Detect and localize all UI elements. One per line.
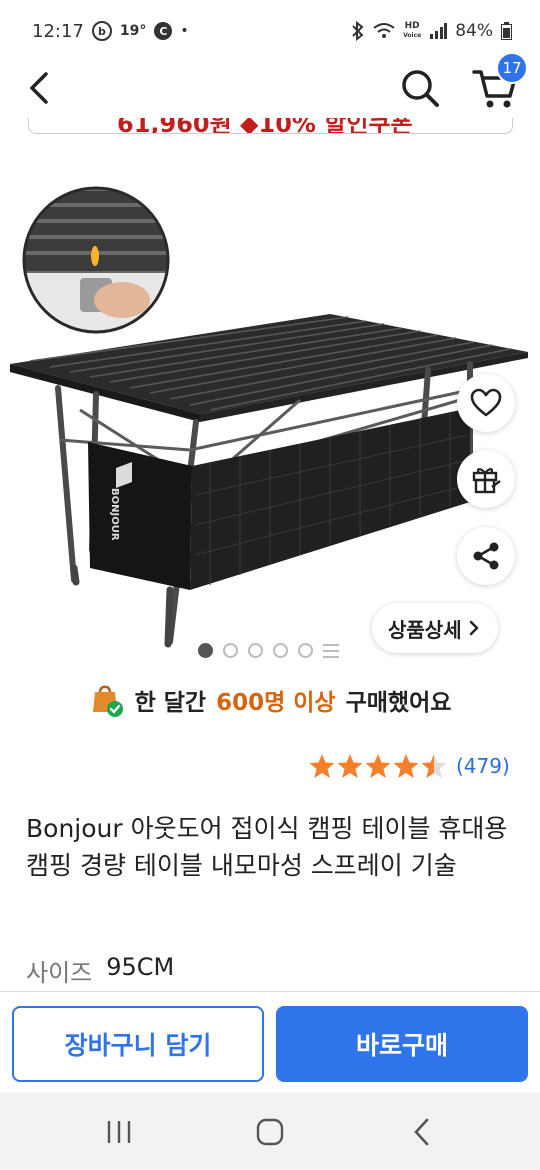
size-label: 사이즈 [26, 959, 93, 987]
pager-dot[interactable] [248, 643, 263, 658]
status-temperature: 19° [119, 23, 147, 39]
gift-icon [472, 468, 501, 494]
pager-dot[interactable] [223, 643, 238, 658]
status-time: 12:17 [32, 20, 84, 42]
recent-apps-button[interactable] [104, 1117, 134, 1147]
product-detail-label: 상품상세 [388, 617, 462, 642]
bottom-action-bar: 장바구니 담기 바로구매 [0, 991, 540, 1093]
b-app-icon: b [91, 21, 112, 41]
gift-button[interactable] [457, 450, 515, 508]
buy-now-button[interactable]: 바로구매 [276, 1006, 528, 1082]
grid-view-icon[interactable] [323, 643, 339, 658]
half-star-icon [421, 754, 447, 778]
size-value: 95CM [106, 953, 175, 981]
back-button[interactable] [22, 68, 58, 108]
star-icon [393, 754, 419, 778]
recent-apps-icon [107, 1121, 131, 1143]
share-button[interactable] [457, 527, 515, 585]
status-bar: 12:17 b 19° C • HD Voice 84% [0, 0, 540, 62]
banner-prefix: 한 달간 [134, 690, 207, 716]
pager-dot[interactable] [298, 643, 313, 658]
wishlist-button[interactable] [457, 374, 515, 432]
star-rating [309, 754, 447, 778]
share-icon [473, 542, 499, 570]
search-icon [402, 70, 439, 107]
status-right: HD Voice 84% [351, 21, 512, 41]
bluetooth-icon [352, 21, 364, 41]
bag-brand-mark: BONJOUR [109, 488, 120, 541]
rating[interactable]: (479) [308, 752, 510, 780]
back-icon [30, 72, 48, 104]
scrolled-price-text: 61,960원 ◆10% 할인쿠폰 [117, 118, 413, 134]
chevron-right-icon [469, 620, 479, 636]
hd-label: HD [404, 21, 420, 31]
storage-bag: BONJOUR [88, 408, 470, 590]
signal-icon [430, 23, 448, 39]
hd-voice-icon: HD Voice [403, 22, 421, 40]
wifi-icon [373, 23, 395, 38]
battery-percent: 84% [455, 21, 493, 41]
android-navigation-bar [0, 1093, 540, 1170]
add-to-cart-button[interactable]: 장바구니 담기 [12, 1006, 264, 1082]
c-app-icon: C [154, 22, 173, 40]
product-title: Bonjour 아웃도어 접이식 캠핑 테이블 휴대용 캠핑 경량 테이블 내모… [26, 814, 508, 880]
purchase-count-banner: 한 달간 600명 이상 구매했어요 [0, 678, 540, 722]
size-option[interactable]: 사이즈 95CM [26, 953, 174, 988]
scrolled-price-strip: 61,960원 ◆10% 할인쿠폰 [28, 118, 513, 134]
star-icon [337, 754, 363, 778]
status-left: 12:17 b 19° C • [32, 21, 189, 42]
shopping-bag-check-icon [89, 682, 125, 718]
pager-dot[interactable] [273, 643, 288, 658]
battery-icon [501, 22, 512, 40]
home-icon [256, 1118, 284, 1146]
heart-icon [470, 388, 502, 417]
star-icon [309, 754, 335, 778]
home-button[interactable] [255, 1117, 285, 1147]
star-icon [365, 754, 391, 778]
search-button[interactable] [398, 66, 442, 110]
android-back-icon [414, 1118, 429, 1146]
review-count[interactable]: (479) [456, 754, 510, 778]
product-detail-button[interactable]: 상품상세 [372, 603, 498, 653]
android-back-button[interactable] [408, 1117, 438, 1147]
top-navigation [0, 62, 540, 118]
banner-suffix: 구매했어요 [345, 690, 452, 716]
pager-dot[interactable] [198, 643, 213, 658]
cart-count-badge: 17 [496, 52, 528, 84]
banner-highlight: 600명 이상 [216, 690, 336, 716]
notification-dot-icon: • [180, 23, 189, 39]
voice-label: Voice [403, 32, 422, 39]
image-pager [198, 643, 339, 658]
